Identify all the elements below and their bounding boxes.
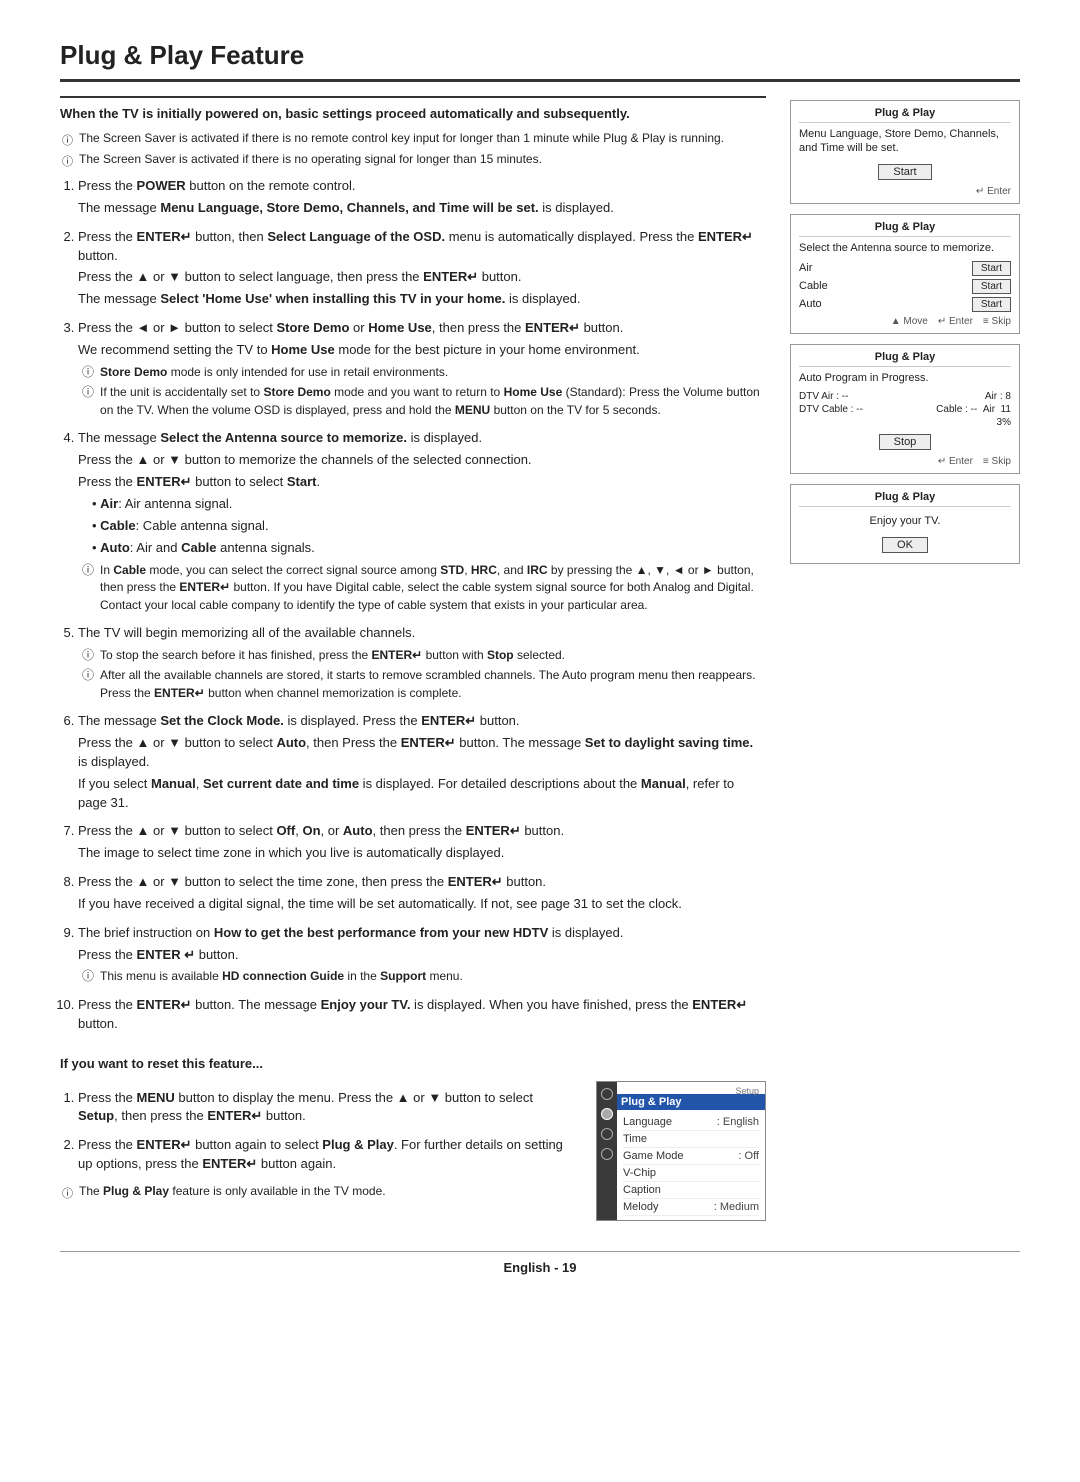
intro-note-2: ⓘ The Screen Saver is activated if there… [60, 152, 766, 169]
setup-icon-2 [601, 1108, 613, 1120]
setup-row-game: Game Mode : Off [623, 1148, 759, 1165]
reset-title: If you want to reset this feature... [60, 1056, 766, 1071]
tv-screen-3-btn-row: Stop [799, 432, 1011, 452]
scramble-note-icon: ⓘ [82, 667, 94, 702]
tv-dtv-cable-row: DTV Cable : -- Cable : -- Air 11 [799, 404, 1011, 415]
reset-steps: Press the MENU button to display the men… [60, 1081, 572, 1221]
setup-icon-1 [601, 1088, 613, 1100]
sub-note-store-demo: ⓘ Store Demo mode is only intended for u… [82, 364, 766, 381]
sub-note-store-demo-2: ⓘ If the unit is accidentally set to Sto… [82, 384, 766, 419]
setup-row-melody: Melody : Medium [623, 1199, 759, 1216]
step-5: The TV will begin memorizing all of the … [78, 624, 766, 702]
tv-screen-1-msg: Menu Language, Store Demo, Channels, and… [799, 127, 1011, 156]
tv-screen-1-nav: ↵ Enter [799, 186, 1011, 197]
step-6: The message Set the Clock Mode. is displ… [78, 712, 766, 812]
reset-step-1: Press the MENU button to display the men… [78, 1089, 572, 1127]
tv-label-auto: Auto [799, 298, 822, 310]
reset-note: ⓘ The Plug & Play feature is only availa… [60, 1184, 572, 1201]
tv-air-start-btn[interactable]: Start [972, 261, 1011, 276]
bullet-auto: Auto: Air and Cable antenna signals. [92, 539, 766, 558]
hd-guide-note: ⓘ This menu is available HD connection G… [82, 968, 766, 985]
hd-guide-note-icon: ⓘ [82, 968, 94, 985]
tv-screen-4-btn-row: OK [799, 535, 1011, 555]
step-7: Press the ▲ or ▼ button to select Off, O… [78, 822, 766, 863]
stop-note-icon: ⓘ [82, 647, 94, 664]
cable-note: ⓘ In Cable mode, you can select the corr… [82, 562, 766, 614]
tv-screen-1-start-btn[interactable]: Start [878, 164, 931, 180]
cable-note-icon: ⓘ [82, 562, 94, 614]
step-10: Press the ENTER↵ button. The message Enj… [78, 996, 766, 1034]
stop-note: ⓘ To stop the search before it has finis… [82, 647, 766, 664]
setup-menu-box: Setup Plug & Play Language : English Tim… [596, 1081, 766, 1221]
bullet-cable: Cable: Cable antenna signal. [92, 517, 766, 536]
antenna-bullets: Air: Air antenna signal. Cable: Cable an… [78, 495, 766, 558]
tv-screen-2-auto: Auto Start [799, 297, 1011, 312]
step-1: Press the POWER button on the remote con… [78, 177, 766, 218]
tv-screen-4: Plug & Play Enjoy your TV. OK [790, 484, 1020, 564]
tv-screen-4-title: Plug & Play [799, 491, 1011, 507]
tv-screen-1: Plug & Play Menu Language, Store Demo, C… [790, 100, 1020, 204]
tv-screen-1-btn-row: Start [799, 162, 1011, 182]
bullet-air: Air: Air antenna signal. [92, 495, 766, 514]
setup-row-vchip: V-Chip [623, 1165, 759, 1182]
tv-screen-3-title: Plug & Play [799, 351, 1011, 367]
setup-row-time: Time [623, 1131, 759, 1148]
tv-percent-row: 3% [799, 417, 1011, 428]
tv-stop-btn[interactable]: Stop [879, 434, 932, 450]
tv-screen-2: Plug & Play Select the Antenna source to… [790, 214, 1020, 334]
setup-content-area: Setup Plug & Play Language : English Tim… [617, 1082, 765, 1220]
note-icon-2: ⓘ [62, 153, 73, 169]
setup-icon-4 [601, 1148, 613, 1160]
tv-auto-start-btn[interactable]: Start [972, 297, 1011, 312]
step-9: The brief instruction on How to get the … [78, 924, 766, 986]
reset-steps-list: Press the MENU button to display the men… [60, 1089, 572, 1174]
reset-menu-screen: Setup Plug & Play Language : English Tim… [596, 1081, 766, 1221]
setup-sidebar [597, 1082, 617, 1220]
setup-icon-3 [601, 1128, 613, 1140]
tv-percent: 3% [997, 417, 1011, 428]
tv-screens-col: Plug & Play Menu Language, Store Demo, C… [790, 96, 1020, 1221]
setup-row-caption: Caption [623, 1182, 759, 1199]
step-4: The message Select the Antenna source to… [78, 429, 766, 614]
setup-header: Plug & Play [617, 1094, 765, 1110]
tv-enjoy-msg: Enjoy your TV. [799, 515, 1011, 527]
tv-ok-btn[interactable]: OK [882, 537, 928, 553]
reset-note-icon: ⓘ [62, 1185, 73, 1201]
tv-screen-3-msg: Auto Program in Progress. [799, 371, 1011, 385]
intro-bold: When the TV is initially powered on, bas… [60, 96, 766, 121]
main-content: When the TV is initially powered on, bas… [60, 96, 766, 1221]
tv-screen-2-msg: Select the Antenna source to memorize. [799, 241, 1011, 255]
tv-screen-3: Plug & Play Auto Program in Progress. DT… [790, 344, 1020, 474]
tv-screen-1-title: Plug & Play [799, 107, 1011, 123]
page-title: Plug & Play Feature [60, 40, 1020, 82]
tv-screen-2-cable: Cable Start [799, 279, 1011, 294]
step-2: Press the ENTER↵ button, then Select Lan… [78, 228, 766, 309]
tv-label-air: Air [799, 262, 812, 274]
steps-list: Press the POWER button on the remote con… [60, 177, 766, 1034]
step-8: Press the ▲ or ▼ button to select the ti… [78, 873, 766, 914]
tv-screen-3-nav: ↵ Enter ≡ Skip [799, 456, 1011, 467]
footer-text: English - 19 [504, 1260, 577, 1275]
tv-dtv-air-row: DTV Air : -- Air : 8 [799, 391, 1011, 402]
tv-cable-start-btn[interactable]: Start [972, 279, 1011, 294]
footer: English - 19 [60, 1251, 1020, 1275]
sub-note-icon-2: ⓘ [82, 384, 94, 419]
tv-screen-2-air: Air Start [799, 261, 1011, 276]
scramble-note: ⓘ After all the available channels are s… [82, 667, 766, 702]
note-icon-1: ⓘ [62, 132, 73, 148]
setup-row-language: Language : English [623, 1114, 759, 1131]
tv-label-cable: Cable [799, 280, 828, 292]
reset-section: If you want to reset this feature... Pre… [60, 1056, 766, 1221]
sub-note-icon: ⓘ [82, 364, 94, 381]
reset-step-2: Press the ENTER↵ button again to select … [78, 1136, 572, 1174]
tv-screen-2-nav: ▲ Move ↵ Enter ≡ Skip [799, 316, 1011, 327]
step-3: Press the ◄ or ► button to select Store … [78, 319, 766, 419]
intro-note-1: ⓘ The Screen Saver is activated if there… [60, 131, 766, 148]
tv-screen-2-title: Plug & Play [799, 221, 1011, 237]
